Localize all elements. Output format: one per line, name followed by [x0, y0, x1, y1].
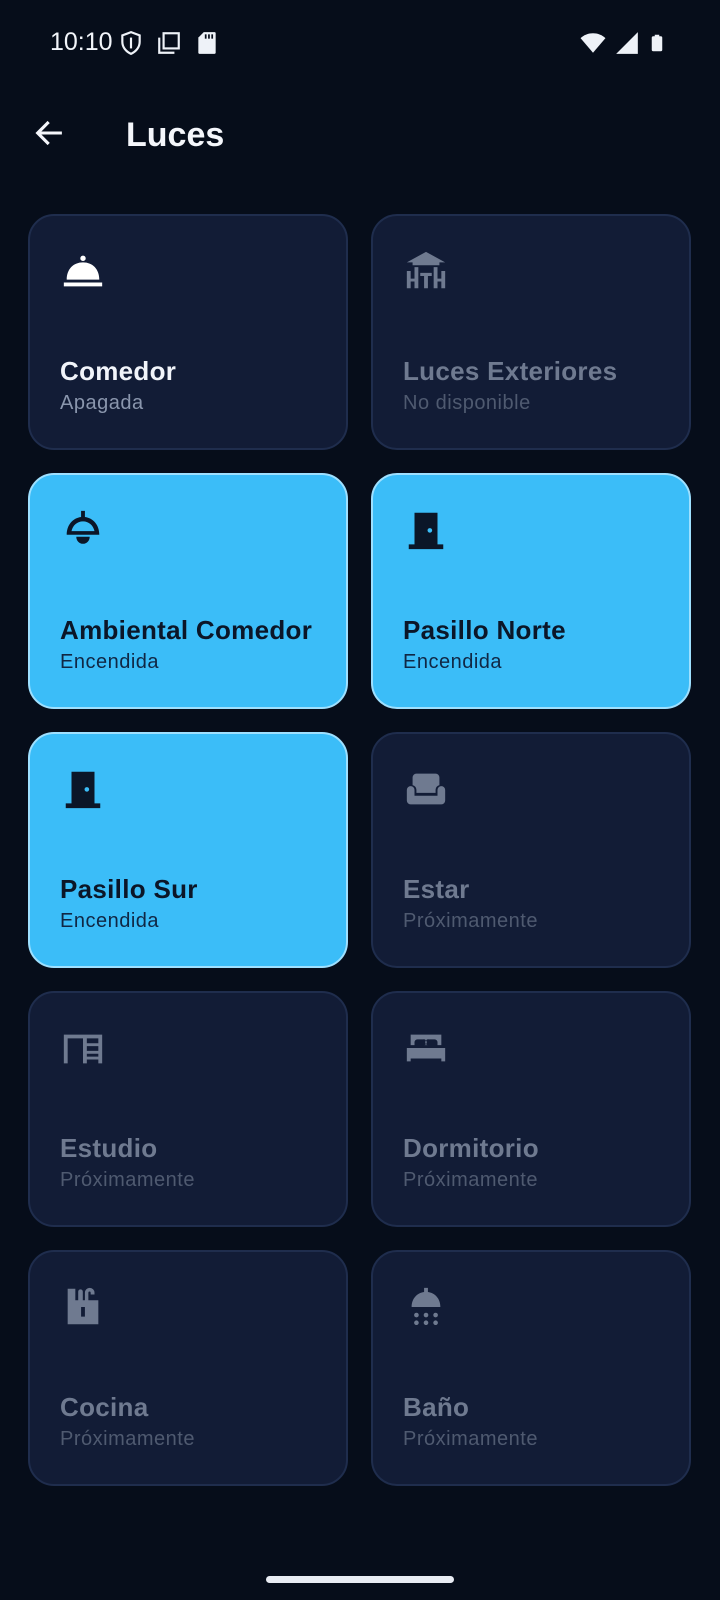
bed-icon — [403, 1025, 449, 1071]
room-name: Dormitorio — [403, 1133, 539, 1163]
desk-icon — [60, 1025, 106, 1071]
vpn-shield-icon — [121, 31, 141, 56]
door-icon — [403, 507, 449, 553]
kitchen-counter-icon — [60, 1284, 106, 1330]
status-right-icons — [580, 30, 666, 56]
room-name: Estar — [403, 874, 470, 904]
room-card-estar[interactable]: Estar Próximamente — [371, 732, 691, 968]
back-button[interactable] — [24, 108, 74, 158]
page-title: Luces — [126, 116, 225, 154]
door-icon — [60, 766, 106, 812]
sd-card-icon — [198, 32, 216, 54]
room-card-ambiental-comedor[interactable]: Ambiental Comedor Encendida — [28, 473, 348, 709]
room-state: Próximamente — [60, 1169, 195, 1191]
room-state: Próximamente — [403, 1428, 538, 1450]
room-state: Apagada — [60, 392, 144, 414]
room-card-estudio[interactable]: Estudio Próximamente — [28, 991, 348, 1227]
room-state: Encendida — [60, 651, 160, 673]
pendant-lamp-icon — [60, 507, 106, 553]
screenshot-icon — [158, 32, 180, 54]
room-state: Próximamente — [60, 1428, 195, 1450]
home-indicator[interactable] — [266, 1576, 454, 1583]
room-name: Baño — [403, 1392, 470, 1422]
wifi-icon — [580, 33, 606, 53]
outdoor-pavilion-icon — [403, 248, 449, 294]
room-name: Estudio — [60, 1133, 158, 1163]
room-name: Pasillo Norte — [403, 615, 566, 645]
room-state: Próximamente — [403, 1169, 538, 1191]
rooms-grid: Comedor Apagada Luces Exteriores No disp… — [28, 214, 692, 1486]
room-state: No disponible — [403, 392, 531, 414]
room-name: Comedor — [60, 356, 177, 386]
arrow-left-icon — [35, 120, 62, 146]
room-card-luces-exteriores[interactable]: Luces Exteriores No disponible — [371, 214, 691, 450]
room-card-comedor[interactable]: Comedor Apagada — [28, 214, 348, 450]
sofa-icon — [403, 766, 449, 812]
shower-icon — [403, 1284, 449, 1330]
status-left-icons — [118, 30, 220, 56]
room-name: Pasillo Sur — [60, 874, 198, 904]
room-card-dormitorio[interactable]: Dormitorio Próximamente — [371, 991, 691, 1227]
room-state: Encendida — [403, 651, 503, 673]
status-bar: 10:10 — [0, 0, 720, 90]
room-card-bano[interactable]: Baño Próximamente — [371, 1250, 691, 1486]
app-bar: Luces — [0, 100, 720, 176]
room-state: Próximamente — [403, 910, 538, 932]
status-time: 10:10 — [50, 28, 113, 56]
room-name: Luces Exteriores — [403, 356, 618, 386]
room-card-pasillo-sur[interactable]: Pasillo Sur Encendida — [28, 732, 348, 968]
cloche-icon — [60, 248, 106, 294]
signal-icon — [616, 32, 638, 54]
room-state: Encendida — [60, 910, 160, 932]
room-card-cocina[interactable]: Cocina Próximamente — [28, 1250, 348, 1486]
room-name: Ambiental Comedor — [60, 615, 313, 645]
room-name: Cocina — [60, 1392, 149, 1422]
room-card-pasillo-norte[interactable]: Pasillo Norte Encendida — [371, 473, 691, 709]
battery-icon — [651, 34, 663, 52]
